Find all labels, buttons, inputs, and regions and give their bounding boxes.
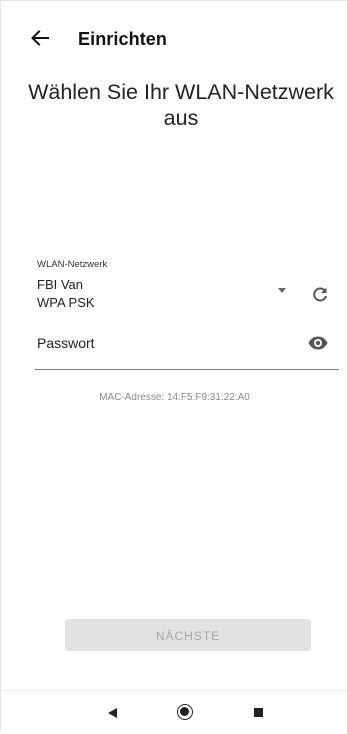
mac-address: MAC-Adresse: 14:F5:F9:31:22:A0 [99, 392, 250, 403]
page-title: Einrichten [78, 29, 168, 49]
triangle-back-icon[interactable] [108, 708, 117, 718]
heading: Wählen Sie Ihr WLAN-Netzwerk aus [28, 80, 334, 130]
wifi-network-dropdown[interactable]: FBI Van WPA PSK [37, 277, 299, 317]
wifi-network-label: WLAN-Netzwerk [37, 259, 108, 270]
app-bar: Einrichten [1, 1, 347, 77]
square-recents-icon[interactable] [254, 708, 263, 717]
selected-network-security: WPA PSK [37, 295, 95, 310]
circle-home-icon[interactable] [177, 704, 193, 720]
toggle-password-visibility-button[interactable] [307, 333, 329, 353]
selected-network-name: FBI Van [37, 277, 84, 292]
system-navigation-bar [1, 690, 347, 734]
refresh-button[interactable] [310, 285, 330, 305]
back-button[interactable] [29, 27, 51, 49]
caret-down-icon [278, 288, 286, 293]
refresh-icon [313, 287, 327, 302]
eye-icon [308, 336, 328, 350]
arrow-left-icon [31, 30, 49, 46]
password-field [35, 331, 339, 370]
password-input[interactable] [37, 331, 297, 355]
setup-screen: Einrichten Wählen Sie Ihr WLAN-Netzwerk … [0, 0, 347, 734]
next-button[interactable]: NÄCHSTE [65, 619, 311, 651]
